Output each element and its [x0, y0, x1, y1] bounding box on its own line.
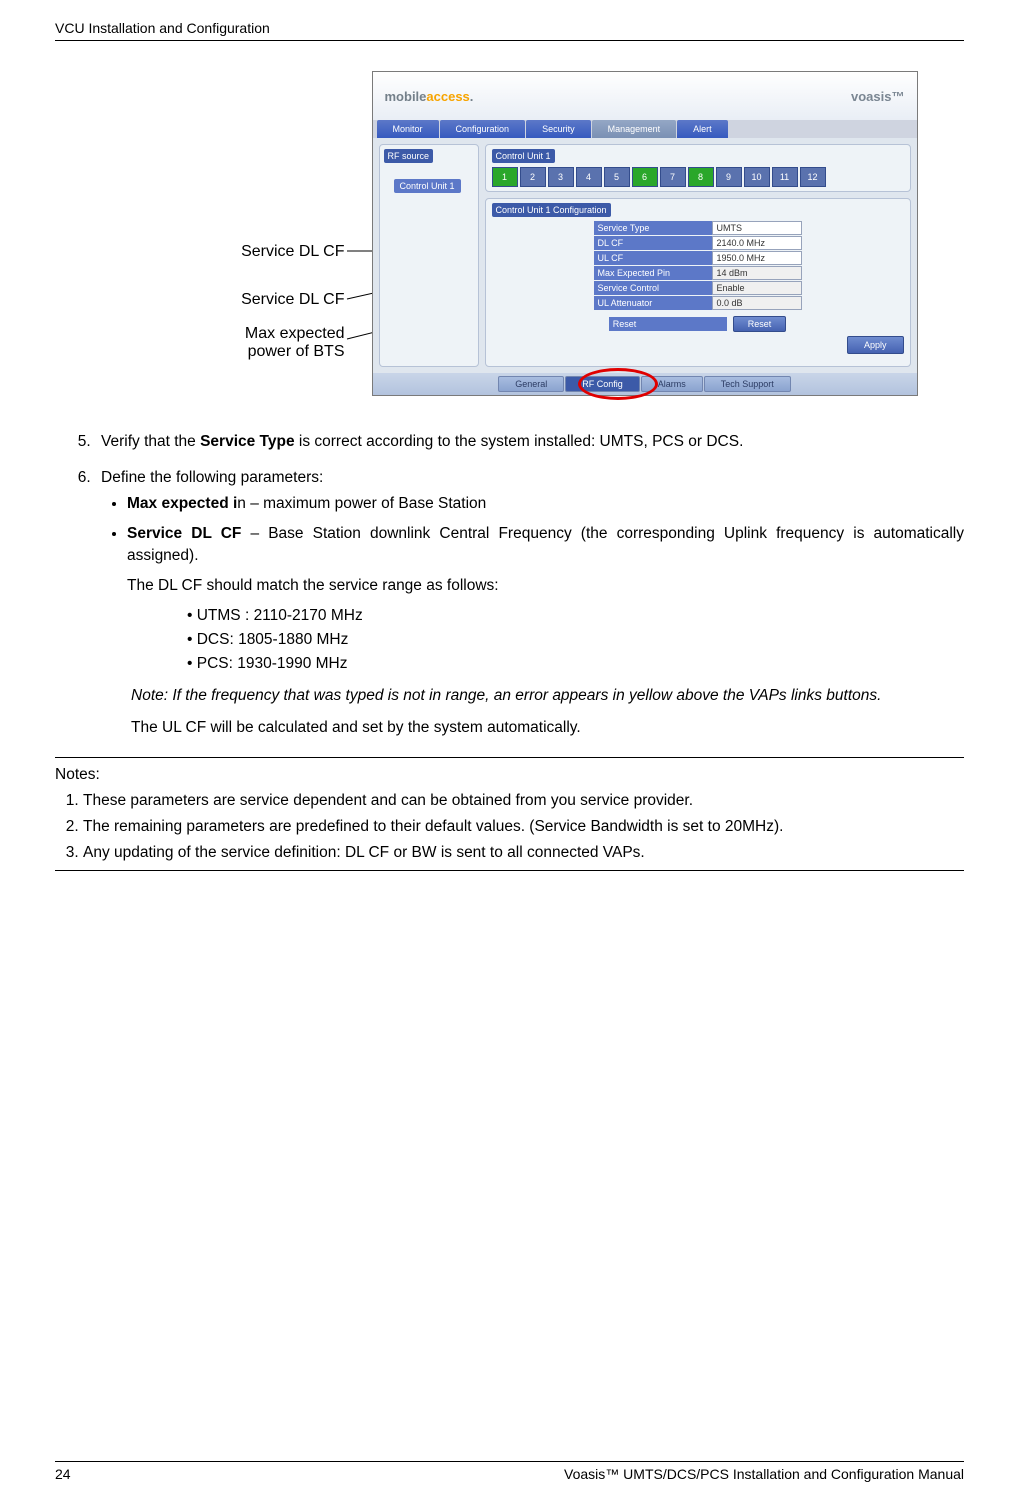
footer-tech-support[interactable]: Tech Support	[704, 376, 791, 392]
bullet-service-dl-cf: Service DL CF – Base Station downlink Ce…	[127, 523, 964, 675]
sidebar-title: RF source	[384, 149, 434, 163]
cfg-label: DL CF	[594, 236, 712, 250]
panel-control-unit: Control Unit 1 123456789101112	[485, 144, 911, 192]
cfg-label: UL Attenuator	[594, 296, 712, 310]
callout-max-expected-a: Max expected	[245, 325, 345, 343]
tab-security[interactable]: Security	[526, 120, 591, 138]
port-row: 123456789101112	[492, 167, 904, 187]
range-pcs: • PCS: 1930-1990 MHz	[187, 653, 964, 675]
page-number: 24	[55, 1466, 71, 1482]
cfg-row: UL Attenuator0.0 dB	[492, 296, 904, 310]
port-9[interactable]: 9	[716, 167, 742, 187]
panel1-title: Control Unit 1	[492, 149, 555, 163]
range-dcs: • DCS: 1805-1880 MHz	[187, 629, 964, 651]
port-11[interactable]: 11	[772, 167, 798, 187]
tab-configuration[interactable]: Configuration	[440, 120, 526, 138]
page-header: VCU Installation and Configuration	[55, 20, 964, 41]
cfg-value: 2140.0 MHz	[712, 236, 802, 250]
app-header: mobileaccess. voasis™	[373, 72, 917, 120]
step-5: Verify that the Service Type is correct …	[95, 431, 964, 453]
cfg-label: Service Control	[594, 281, 712, 295]
port-1[interactable]: 1	[492, 167, 518, 187]
ul-cf-para: The UL CF will be calculated and set by …	[131, 717, 964, 739]
notes-top-rule	[55, 757, 964, 758]
app-window: mobileaccess. voasis™ Monitor Configurat…	[372, 71, 918, 396]
notes-bottom-rule	[55, 870, 964, 871]
body-content: Verify that the Service Type is correct …	[55, 431, 964, 871]
reset-button[interactable]: Reset	[733, 316, 787, 332]
note-1: These parameters are service dependent a…	[83, 790, 964, 812]
dl-cf-subpara: The DL CF should match the service range…	[127, 575, 964, 597]
screenshot-diagram: Service DL CF Service DL CF Max expected…	[100, 71, 920, 411]
range-utms: • UTMS : 2110-2170 MHz	[187, 605, 964, 627]
port-8[interactable]: 8	[688, 167, 714, 187]
panel2-title: Control Unit 1 Configuration	[492, 203, 611, 217]
page-footer: 24 Voasis™ UMTS/DCS/PCS Installation and…	[55, 1461, 964, 1482]
reset-label: Reset	[609, 317, 727, 331]
callout-max-expected-b: power of BTS	[248, 343, 345, 361]
manual-title: Voasis™ UMTS/DCS/PCS Installation and Co…	[564, 1466, 964, 1482]
bullet-max-expected: Max expected in – maximum power of Base …	[127, 493, 964, 515]
sidebar: RF source Control Unit 1	[379, 144, 479, 367]
bottom-tab-bar: General RF Config Alarms Tech Support	[373, 373, 917, 395]
port-2[interactable]: 2	[520, 167, 546, 187]
port-6[interactable]: 6	[632, 167, 658, 187]
cfg-value: 1950.0 MHz	[712, 251, 802, 265]
cfg-row: Service TypeUMTS	[492, 221, 904, 235]
note-2: The remaining parameters are predefined …	[83, 816, 964, 838]
footer-rf-config[interactable]: RF Config	[565, 376, 640, 392]
sidebar-control-unit-1[interactable]: Control Unit 1	[394, 179, 461, 193]
apply-button[interactable]: Apply	[847, 336, 904, 354]
tab-monitor[interactable]: Monitor	[377, 120, 439, 138]
panel-configuration: Control Unit 1 Configuration Service Typ…	[485, 198, 911, 367]
note-3: Any updating of the service definition: …	[83, 842, 964, 864]
tab-management[interactable]: Management	[592, 120, 677, 138]
cfg-label: Service Type	[594, 221, 712, 235]
cfg-row: UL CF1950.0 MHz	[492, 251, 904, 265]
cfg-label: Max Expected Pin	[594, 266, 712, 280]
footer-general[interactable]: General	[498, 376, 564, 392]
port-7[interactable]: 7	[660, 167, 686, 187]
top-tab-bar: Monitor Configuration Security Managemen…	[373, 120, 917, 138]
callout-service-dl-cf-1: Service DL CF	[241, 243, 344, 261]
tab-alert[interactable]: Alert	[677, 120, 728, 138]
callout-service-dl-cf-2: Service DL CF	[241, 291, 344, 309]
logo-voasis: voasis™	[851, 89, 904, 104]
cfg-row: Service ControlEnable	[492, 281, 904, 295]
notes-block: Notes: These parameters are service depe…	[55, 764, 964, 864]
cfg-value[interactable]: 0.0 dB	[712, 296, 802, 310]
cfg-value: UMTS	[712, 221, 802, 235]
step-6: Define the following parameters: Max exp…	[95, 467, 964, 739]
cfg-value[interactable]: Enable	[712, 281, 802, 295]
port-3[interactable]: 3	[548, 167, 574, 187]
port-10[interactable]: 10	[744, 167, 770, 187]
cfg-row: Max Expected Pin14 dBm	[492, 266, 904, 280]
port-4[interactable]: 4	[576, 167, 602, 187]
notes-title: Notes:	[55, 766, 100, 783]
footer-alarms[interactable]: Alarms	[641, 376, 703, 392]
logo-mobileaccess: mobileaccess.	[385, 89, 474, 104]
port-5[interactable]: 5	[604, 167, 630, 187]
port-12[interactable]: 12	[800, 167, 826, 187]
cfg-row: DL CF2140.0 MHz	[492, 236, 904, 250]
cfg-value[interactable]: 14 dBm	[712, 266, 802, 280]
note-italic: Note: If the frequency that was typed is…	[131, 685, 964, 707]
cfg-label: UL CF	[594, 251, 712, 265]
